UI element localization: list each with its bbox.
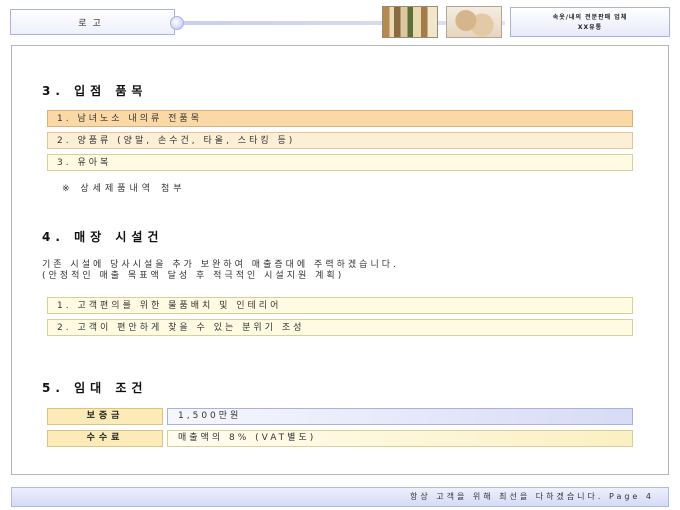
company-tagline-line1: 속옷/내의 전문판매 업체 xyxy=(552,14,628,21)
commission-label: 수수료 xyxy=(47,430,163,447)
list-item: 2. 고객이 편안하게 찾을 수 있는 분위기 조성 xyxy=(47,319,633,336)
commission-value: 매출액의 8% (VAT별도) xyxy=(167,430,633,447)
company-tagline: 속옷/내의 전문판매 업체 XX유통 xyxy=(510,7,670,37)
list-item: 1. 고객편의를 위한 물품배치 및 인테리어 xyxy=(47,297,633,314)
list-item: 1. 남녀노소 내의류 전품목 xyxy=(47,110,633,127)
company-name: XX유통 xyxy=(577,24,603,31)
facilities-description: 기존 시설에 당사시설을 추가 보완하여 매출증대에 주력하겠습니다. xyxy=(42,260,399,270)
deposit-value: 1,500만원 xyxy=(167,408,633,425)
section-title-facilities: 4. 매장 시설건 xyxy=(42,230,164,244)
group-photo-image xyxy=(382,6,438,38)
list-item: 3. 유아복 xyxy=(47,154,633,171)
list-item: 2. 양품류 (양말, 손수건, 타올, 스타킹 등) xyxy=(47,132,633,149)
section-title-lease: 5. 임대 조건 xyxy=(42,381,148,395)
logo: 로고 xyxy=(10,9,175,35)
section-title-items: 3. 입점 품목 xyxy=(42,84,148,98)
page-footer: 항상 고객을 위해 최선을 다하겠습니다. Page 4 xyxy=(11,487,669,507)
deposit-label: 보증금 xyxy=(47,408,163,425)
content-panel: 3. 입점 품목 1. 남녀노소 내의류 전품목 2. 양품류 (양말, 손수건… xyxy=(11,45,669,475)
attachment-note: ※ 상세제품내역 첨부 xyxy=(62,184,186,194)
header-bullet-icon xyxy=(170,16,184,30)
facilities-description-note: (안정적인 매출 목표액 달성 후 적극적인 시설지원 계획) xyxy=(42,271,345,281)
family-photo-image xyxy=(446,6,502,38)
page-header: 로고 속옷/내의 전문판매 업체 XX유통 xyxy=(10,4,670,42)
